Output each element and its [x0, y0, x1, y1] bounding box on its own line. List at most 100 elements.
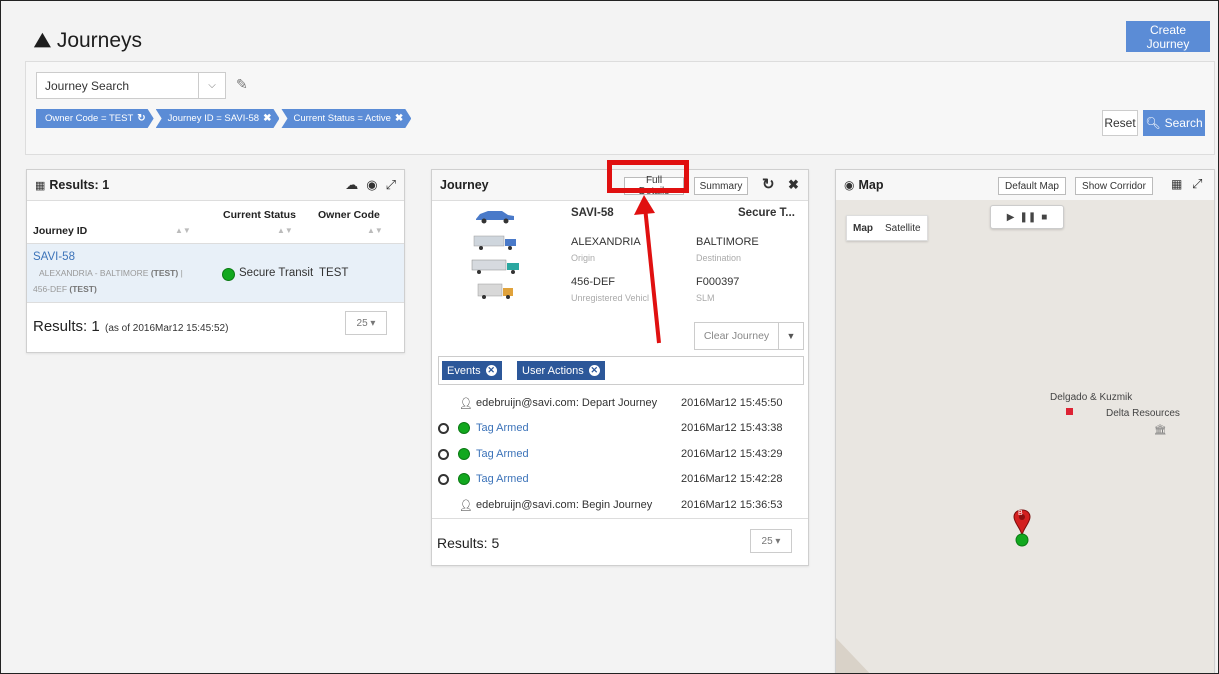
- journey-footer-label: Results: 5: [437, 535, 500, 551]
- page-size-select[interactable]: 25 ▾: [750, 529, 792, 553]
- truck-icon: [473, 235, 516, 250]
- results-footer: Results: 1 (as of 2016Mar12 15:45:52) 25…: [27, 303, 404, 351]
- summary-button[interactable]: Summary: [694, 177, 748, 195]
- list-item[interactable]: Tag Armed 2016Mar12 15:43:38: [432, 417, 802, 439]
- list-item[interactable]: Tag Armed 2016Mar12 15:42:28: [432, 468, 802, 490]
- list-item[interactable]: 👤︎ edebruijn@savi.com: Depart Journey 20…: [432, 392, 802, 414]
- results-column-headers: Journey ID ▲▼ Current Status ▲▼ Owner Co…: [27, 201, 404, 244]
- map-title: Map: [858, 178, 884, 192]
- journey-route: ALEXANDRIA - BALTIMORE (TEST) |: [39, 268, 183, 278]
- search-icon: 🔍︎: [1145, 116, 1161, 130]
- map-type-toggle: Map Satellite: [846, 215, 928, 241]
- event-time: 2016Mar12 15:45:50: [681, 397, 783, 409]
- col-current-status[interactable]: Current Status: [223, 209, 296, 221]
- road-icon: ⛰: [34, 29, 51, 52]
- cloud-upload-icon[interactable]: ☁: [345, 177, 358, 193]
- table-icon: ▦: [35, 179, 46, 192]
- status-dot: [222, 268, 235, 281]
- ring-icon: [438, 422, 449, 434]
- vehicle-suffix: (TEST): [69, 284, 97, 294]
- event-time: 2016Mar12 15:43:29: [681, 448, 783, 460]
- filter-breadcrumb: Owner Code = TEST ↻ Journey ID = SAVI-58…: [36, 109, 411, 128]
- show-corridor-button[interactable]: Show Corridor: [1075, 177, 1153, 195]
- search-button[interactable]: 🔍︎ Search: [1143, 110, 1205, 136]
- event-link[interactable]: Tag Armed: [476, 448, 529, 460]
- close-icon[interactable]: ✖: [788, 177, 799, 193]
- route-separator: |: [180, 268, 183, 278]
- default-map-button[interactable]: Default Map: [998, 177, 1066, 195]
- sort-icon[interactable]: ▲▼: [277, 226, 293, 235]
- search-panel: Journey Search ⌵ ✎ Owner Code = TEST ↻ J…: [25, 61, 1215, 155]
- stop-icon[interactable]: ■: [1041, 212, 1047, 223]
- map-panel: ◉ Map Default Map Show Corridor ▦ ⤢ ▶ ❚❚…: [835, 169, 1215, 673]
- pause-icon[interactable]: ❚❚: [1019, 212, 1036, 223]
- filter-owner-code[interactable]: Owner Code = TEST ↻: [36, 109, 154, 128]
- journey-search-select[interactable]: Journey Search ⌵: [36, 72, 226, 99]
- reset-button[interactable]: Reset: [1102, 110, 1138, 136]
- results-header: ▦ Results: 1 ☁ ◉ ⤢: [27, 170, 404, 201]
- chevron-down-icon[interactable]: ▼: [778, 323, 803, 349]
- create-journey-button[interactable]: Create Journey: [1126, 21, 1210, 52]
- sort-icon[interactable]: ▲▼: [175, 226, 191, 235]
- col-journey-id[interactable]: Journey ID: [33, 225, 87, 237]
- table-row[interactable]: SAVI-58 ALEXANDRIA - BALTIMORE (TEST) | …: [27, 244, 404, 303]
- annotation-arrow: [634, 195, 661, 344]
- tag-events[interactable]: Events ✕: [442, 361, 502, 380]
- event-link[interactable]: Tag Armed: [476, 473, 529, 485]
- car-icon: [476, 211, 514, 224]
- tag-label: Events: [447, 364, 481, 377]
- table-icon[interactable]: ▦: [1171, 177, 1182, 191]
- origin-label: Origin: [571, 253, 596, 263]
- journey-id-link[interactable]: SAVI-58: [33, 251, 75, 263]
- col-owner-code[interactable]: Owner Code: [318, 209, 380, 221]
- close-icon[interactable]: ✖: [263, 109, 271, 128]
- pencil-icon[interactable]: ✎: [236, 76, 248, 93]
- vehicle-value: 456-DEF: [571, 276, 616, 288]
- close-icon[interactable]: ✕: [485, 365, 497, 376]
- filter-label: Current Status = Active: [293, 113, 391, 124]
- clear-journey-label[interactable]: Clear Journey: [695, 323, 778, 349]
- clear-journey-button[interactable]: Clear Journey ▼: [694, 322, 804, 350]
- map-type-map[interactable]: Map: [847, 216, 879, 240]
- list-item[interactable]: Tag Armed 2016Mar12 15:43:29: [432, 443, 802, 465]
- filter-journey-id[interactable]: Journey ID = SAVI-58 ✖: [156, 109, 280, 128]
- event-filter-tags: Events ✕ User Actions ✕: [438, 356, 804, 385]
- filter-current-status[interactable]: Current Status = Active ✖: [281, 109, 411, 128]
- slm-value: F000397: [696, 276, 740, 288]
- tag-user-actions[interactable]: User Actions ✕: [517, 361, 605, 380]
- owner-text: TEST: [319, 267, 349, 279]
- container-truck-icon: [471, 259, 519, 274]
- sort-icon[interactable]: ▲▼: [367, 226, 383, 235]
- poi-label: Delgado & Kuzmik: [1050, 392, 1133, 403]
- map-header: ◉ Map Default Map Show Corridor ▦ ⤢: [836, 170, 1214, 201]
- building-icon[interactable]: 🏛︎: [1154, 425, 1167, 436]
- journey-title: Journey: [440, 178, 489, 192]
- event-link[interactable]: Tag Armed: [476, 422, 529, 434]
- list-item[interactable]: 👤︎ edebruijn@savi.com: Begin Journey 201…: [432, 494, 802, 516]
- ring-icon: [438, 448, 449, 460]
- chevron-down-icon[interactable]: ⌵: [198, 73, 225, 98]
- close-icon[interactable]: ✕: [588, 365, 600, 376]
- globe-icon[interactable]: ◉: [366, 177, 377, 193]
- close-icon[interactable]: ✖: [395, 109, 403, 128]
- expand-icon[interactable]: ⤢: [386, 177, 396, 193]
- status-dot: [458, 473, 470, 485]
- poi-marker-icon[interactable]: [1066, 408, 1073, 415]
- journey-footer: Results: 5 25 ▾: [432, 518, 808, 565]
- page-size-select[interactable]: 25 ▾: [345, 311, 387, 335]
- expand-icon[interactable]: ⤢: [1192, 176, 1202, 192]
- refresh-icon[interactable]: ↻: [762, 175, 775, 193]
- box-truck-icon: [477, 283, 513, 299]
- results-asof: (as of 2016Mar12 15:45:52): [105, 323, 229, 334]
- results-footer-label: Results: 1: [33, 318, 100, 335]
- results-title: Results: 1: [49, 178, 110, 192]
- filter-label: Owner Code = TEST: [45, 113, 134, 124]
- map-type-satellite[interactable]: Satellite: [879, 216, 927, 240]
- map-canvas[interactable]: ▶ ❚❚ ■ Map Satellite Delgado & Kuzmik De…: [836, 200, 1214, 673]
- user-icon: 👤︎: [459, 397, 473, 410]
- refresh-icon[interactable]: ↻: [137, 109, 145, 128]
- play-icon[interactable]: ▶: [1007, 212, 1015, 223]
- event-time: 2016Mar12 15:42:28: [681, 473, 783, 485]
- event-time: 2016Mar12 15:36:53: [681, 499, 783, 511]
- journey-vehicle: 456-DEF (TEST): [33, 284, 97, 294]
